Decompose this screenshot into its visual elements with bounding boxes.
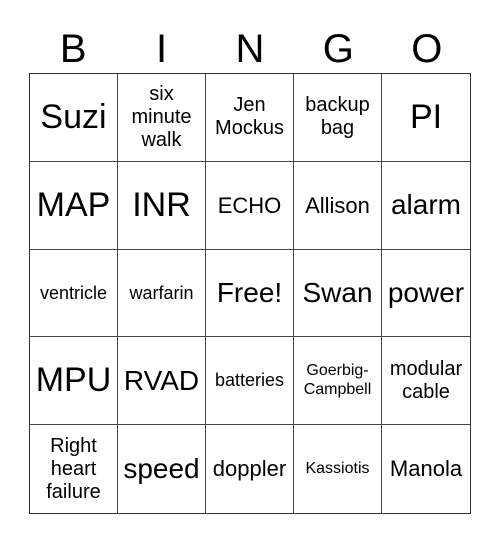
bingo-cell-text: Allison <box>305 192 370 218</box>
bingo-cell[interactable]: Kassiotis <box>294 425 382 513</box>
bingo-cell-text: warfarin <box>129 282 194 303</box>
bingo-cell[interactable]: Manola <box>382 425 470 513</box>
bingo-cell-text: Kassiotis <box>305 459 370 477</box>
bingo-cell-text: Right heart failure <box>46 434 101 503</box>
bingo-cell-text: Goerbig-Campbell <box>303 362 372 398</box>
bingo-cell-text: PI <box>409 97 443 136</box>
bingo-cell-text: power <box>387 276 465 308</box>
bingo-cell-text: batteries <box>214 370 285 391</box>
bingo-cell[interactable]: ventricle <box>30 249 118 338</box>
bingo-cell[interactable]: alarm <box>382 162 470 250</box>
header-letter-i: I <box>156 27 168 71</box>
bingo-header: B I N G O <box>29 26 471 72</box>
bingo-cell[interactable]: Swan <box>294 249 382 338</box>
bingo-cell-text: backup bag <box>305 94 370 140</box>
bingo-cell[interactable]: six minute walk <box>118 74 206 162</box>
bingo-cell[interactable]: Allison <box>294 161 382 250</box>
bingo-cell-text: modular cable <box>389 357 463 403</box>
bingo-cell-text: Manola <box>389 456 463 482</box>
bingo-cell-text: Swan <box>302 276 373 308</box>
bingo-cell-text: Suzi <box>40 97 107 136</box>
bingo-cell[interactable]: Free! <box>206 249 294 338</box>
bingo-cell[interactable]: Suzi <box>30 74 118 162</box>
bingo-cell-text: doppler <box>212 456 287 482</box>
bingo-cell-text: six minute walk <box>131 82 192 151</box>
bingo-cell[interactable]: speed <box>118 425 206 513</box>
bingo-cell-text: ECHO <box>217 192 282 218</box>
bingo-cell[interactable]: power <box>382 250 470 338</box>
bingo-cell[interactable]: MAP <box>30 161 118 250</box>
header-letter-n: N <box>235 27 265 71</box>
bingo-cell-text: ventricle <box>39 282 108 303</box>
bingo-cell-text: Jen Mockus <box>215 94 284 140</box>
bingo-cell[interactable]: RVAD <box>118 337 206 426</box>
bingo-cell-text: INR <box>132 185 191 224</box>
header-letter-b: B <box>59 27 87 71</box>
bingo-cell[interactable]: Goerbig-Campbell <box>294 337 382 426</box>
bingo-cell[interactable]: doppler <box>206 425 294 513</box>
bingo-cell[interactable]: batteries <box>206 337 294 426</box>
bingo-cell[interactable]: modular cable <box>382 337 470 426</box>
bingo-cell-text: speed <box>123 453 200 484</box>
bingo-cell[interactable]: Right heart failure <box>30 425 118 513</box>
bingo-cell-text: MAP <box>36 185 111 224</box>
bingo-cell[interactable]: warfarin <box>118 249 206 338</box>
bingo-cell-text: RVAD <box>123 364 200 396</box>
bingo-cell[interactable]: INR <box>118 161 206 250</box>
bingo-cell[interactable]: MPU <box>30 337 118 426</box>
bingo-cell[interactable]: ECHO <box>206 161 294 250</box>
bingo-cell-text: Free! <box>216 276 283 308</box>
bingo-cell[interactable]: backup bag <box>294 74 382 162</box>
bingo-grid: Suzi six minute walk Jen Mockus backup bag P… <box>29 73 471 514</box>
header-letter-o: O <box>411 27 443 71</box>
bingo-cell-text: MPU <box>35 361 112 400</box>
bingo-cell[interactable]: Jen Mockus <box>206 74 294 162</box>
bingo-cell[interactable]: PI <box>382 74 470 162</box>
header-letter-g: G <box>322 27 354 71</box>
bingo-cell-text: alarm <box>390 189 461 221</box>
